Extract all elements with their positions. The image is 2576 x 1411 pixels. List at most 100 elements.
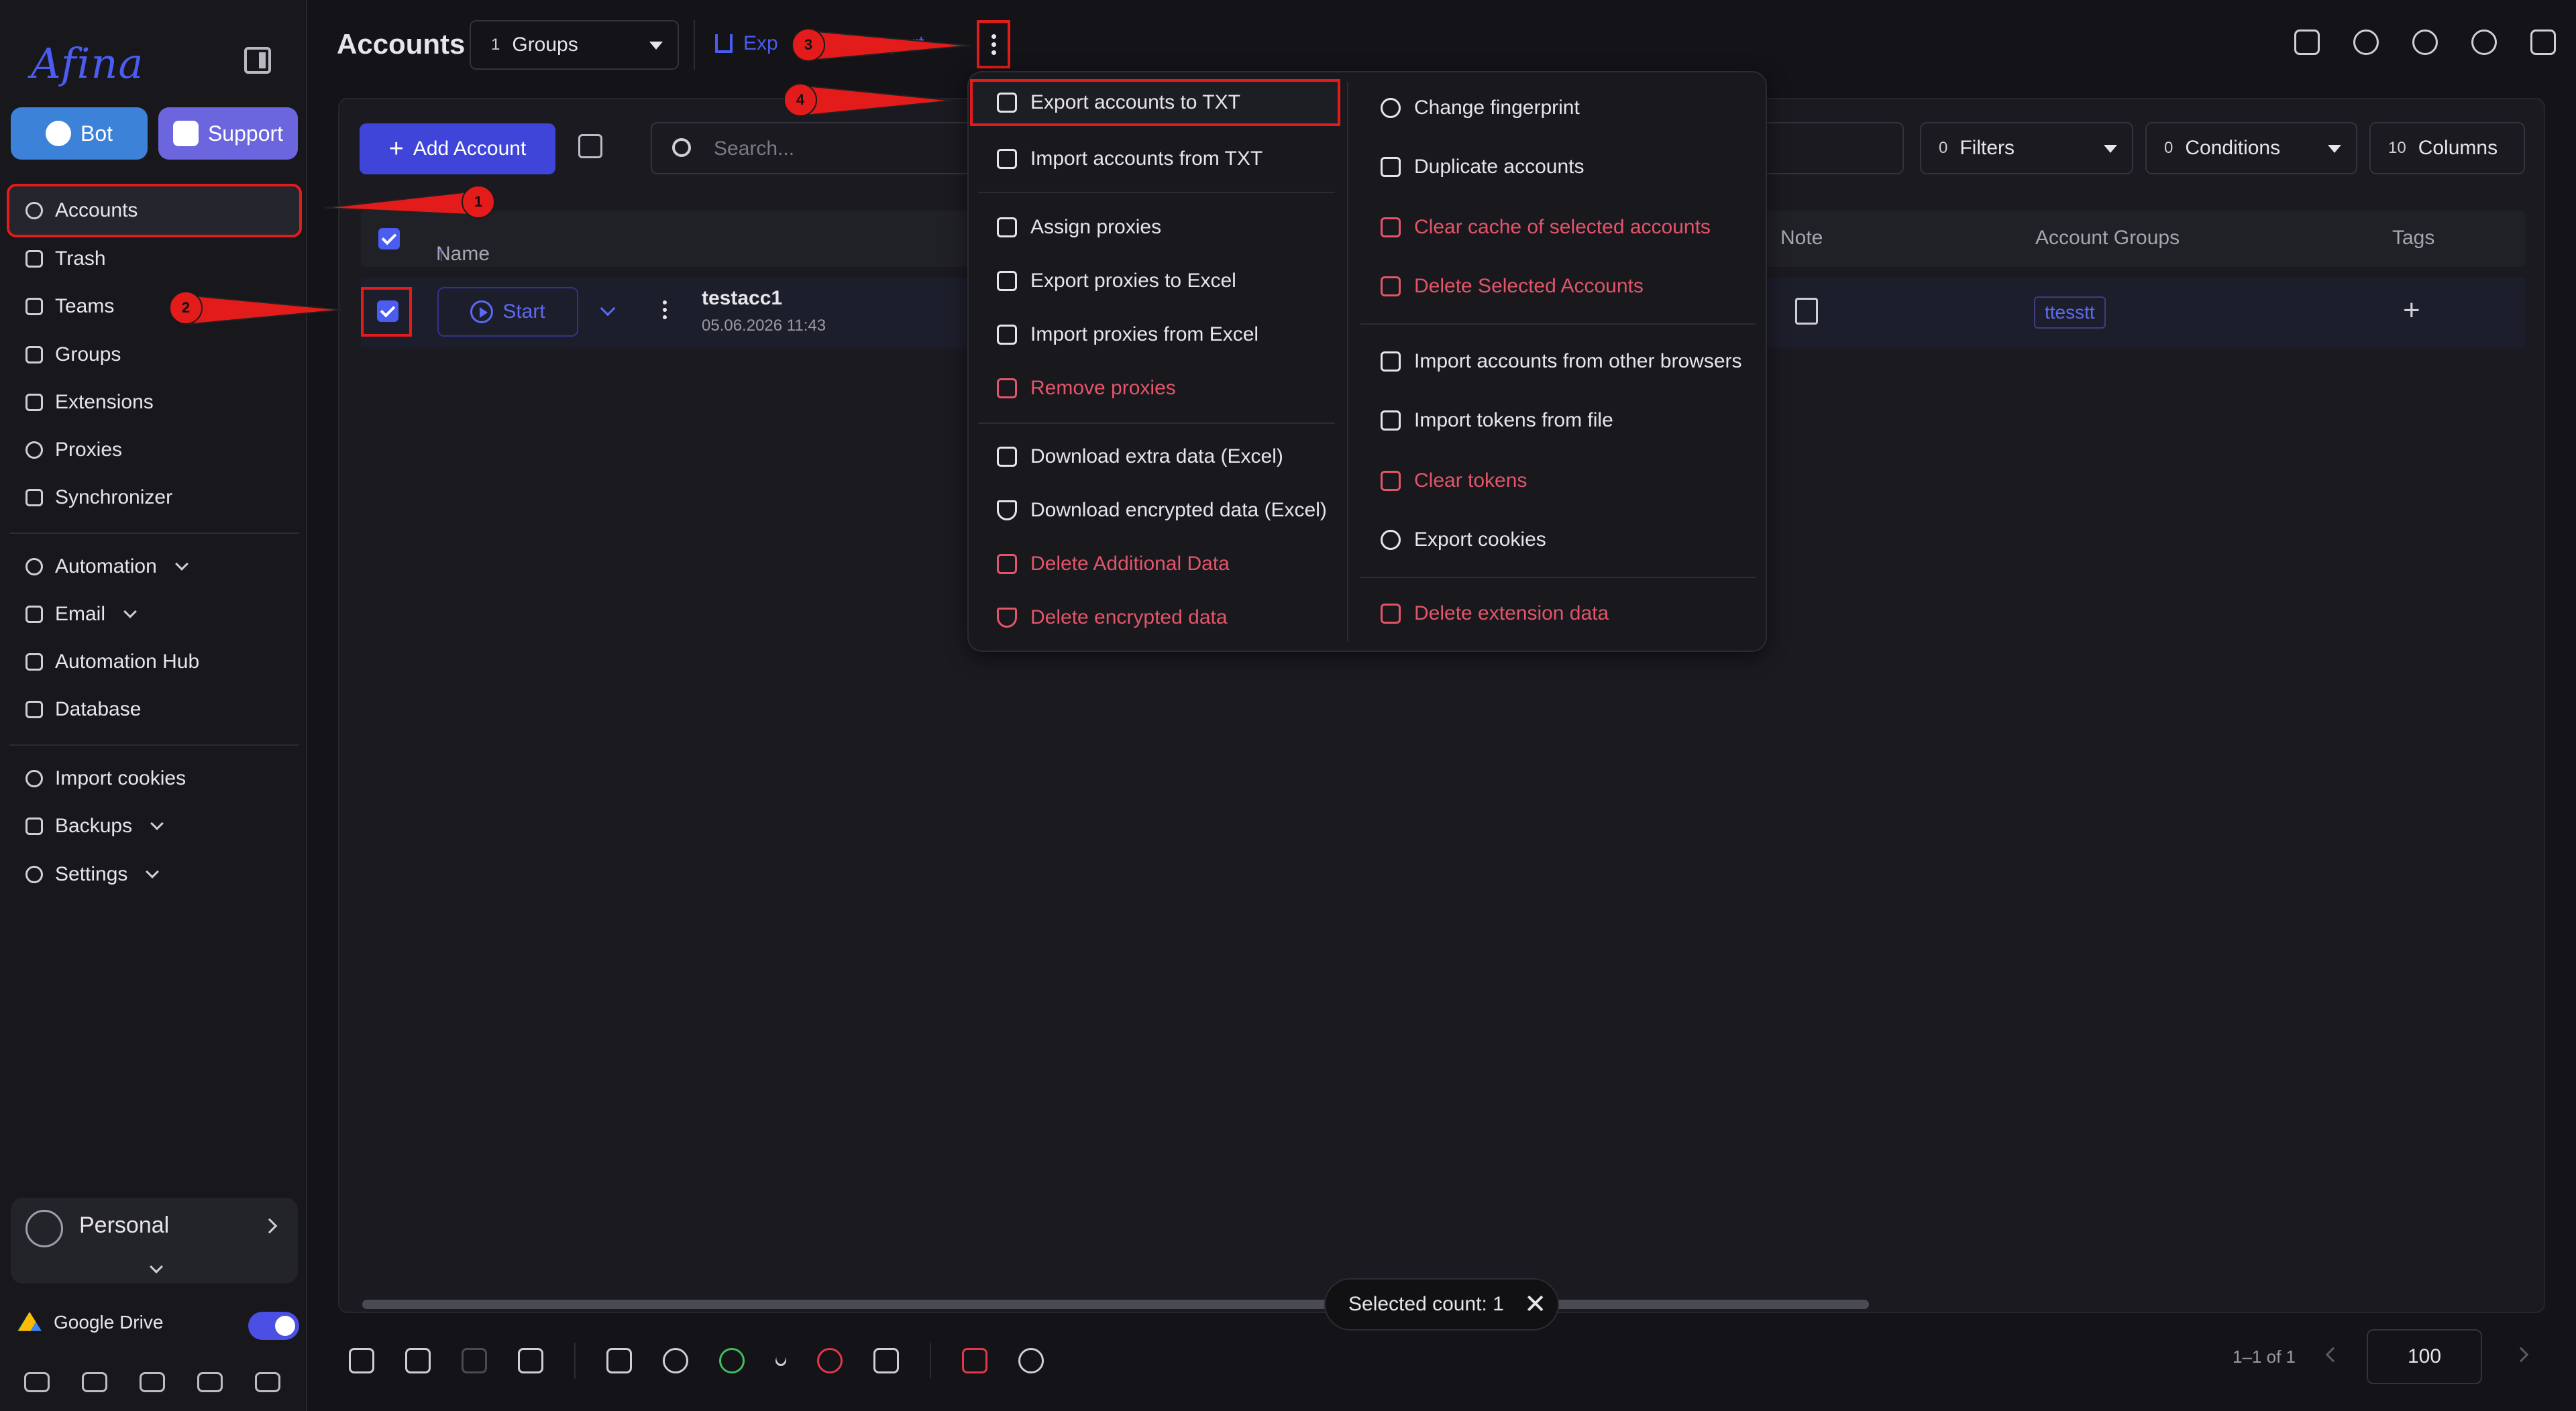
- columns-select[interactable]: 10 Columns: [2369, 122, 2525, 174]
- page-size-select[interactable]: 100: [2367, 1329, 2482, 1384]
- search-icon: [672, 138, 691, 157]
- playlist-icon[interactable]: [518, 1348, 543, 1373]
- chevron-left-icon[interactable]: [2325, 1347, 2341, 1363]
- support-button-label: Support: [207, 121, 284, 146]
- copy-icon[interactable]: [606, 1348, 632, 1373]
- profile-name: Personal: [79, 1212, 170, 1238]
- support-button[interactable]: Support: [158, 107, 298, 160]
- menu-item-delete-encrypted-data[interactable]: Delete encrypted data: [997, 597, 1228, 638]
- sidebar-item-label: Extensions: [55, 391, 154, 413]
- refresh-icon[interactable]: [1018, 1348, 1044, 1373]
- chevron-right-icon[interactable]: [262, 1218, 278, 1234]
- select-all-checkbox[interactable]: [378, 228, 400, 249]
- cloud-upload-icon[interactable]: [24, 1372, 50, 1392]
- folder-download-icon[interactable]: [197, 1372, 223, 1392]
- import-button[interactable]: port: [890, 32, 924, 55]
- sidebar-item-automation[interactable]: Automation: [9, 543, 299, 591]
- gear-icon[interactable]: [2471, 30, 2497, 55]
- column-header-note[interactable]: Note: [1780, 227, 1823, 249]
- menu-item-change-fingerprint[interactable]: Change fingerprint: [1381, 87, 1580, 129]
- add-multiple-icon[interactable]: [578, 134, 602, 158]
- sidebar-item-settings[interactable]: Settings: [9, 850, 299, 899]
- users-icon[interactable]: [405, 1348, 431, 1373]
- row-checkbox[interactable]: [377, 300, 398, 322]
- start-button[interactable]: Start: [437, 287, 578, 337]
- chevron-down-icon[interactable]: [773, 1353, 789, 1369]
- menu-item-import-from-other-browsers[interactable]: Import accounts from other browsers: [1381, 341, 1742, 382]
- file-add-icon[interactable]: [462, 1348, 487, 1373]
- menu-item-delete-additional-data[interactable]: Delete Additional Data: [997, 543, 1230, 585]
- sidebar-item-extensions[interactable]: Extensions: [9, 378, 299, 427]
- teams-icon: [25, 298, 43, 315]
- menu-item-assign-proxies[interactable]: Assign proxies: [997, 207, 1161, 248]
- menu-item-import-tokens[interactable]: Import tokens from file: [1381, 400, 1613, 441]
- sidebar-item-automation-hub[interactable]: Automation Hub: [9, 638, 299, 686]
- menu-item-export-accounts-txt[interactable]: Export accounts to TXT: [970, 79, 1340, 126]
- filters-count: 0: [1939, 139, 1948, 157]
- sidebar-item-database[interactable]: Database: [9, 685, 299, 734]
- sidebar-item-label: Import cookies: [55, 767, 186, 789]
- menu-item-download-encrypted-data[interactable]: Download encrypted data (Excel): [997, 490, 1327, 531]
- menu-item-clear-cache[interactable]: Clear cache of selected accounts: [1381, 207, 1711, 248]
- bot-button[interactable]: Bot: [11, 107, 148, 160]
- menu-item-import-accounts-txt[interactable]: Import accounts from TXT: [997, 138, 1263, 180]
- tag-icon[interactable]: [349, 1348, 374, 1373]
- sidebar-item-proxies[interactable]: Proxies: [9, 426, 299, 474]
- menu-item-delete-extension-data[interactable]: Delete extension data: [1381, 593, 1609, 634]
- folder-upload-icon[interactable]: [140, 1372, 165, 1392]
- play-circle-icon[interactable]: [719, 1348, 745, 1373]
- menu-item-export-cookies[interactable]: Export cookies: [1381, 519, 1546, 561]
- backup-icon: [25, 817, 43, 835]
- link-icon: [997, 217, 1017, 237]
- menu-item-delete-selected-accounts[interactable]: Delete Selected Accounts: [1381, 266, 1644, 307]
- sidebar-item-email[interactable]: Email: [9, 590, 299, 638]
- menu-item-clear-tokens[interactable]: Clear tokens: [1381, 460, 1527, 502]
- menu-item-duplicate-accounts[interactable]: Duplicate accounts: [1381, 146, 1584, 188]
- add-tag-icon[interactable]: +: [2403, 294, 2420, 327]
- google-drive-toggle[interactable]: [248, 1312, 299, 1340]
- tag-icon[interactable]: [2294, 30, 2320, 55]
- chevron-right-icon[interactable]: [2513, 1347, 2529, 1363]
- chevron-down-icon: [150, 817, 164, 830]
- sidebar-item-backups[interactable]: Backups: [9, 802, 299, 850]
- sidebar-item-label: Teams: [55, 295, 115, 317]
- wifi-off-icon[interactable]: [873, 1348, 899, 1373]
- sidebar-collapse-icon[interactable]: [244, 47, 271, 74]
- close-icon[interactable]: ✕: [1524, 1289, 1547, 1320]
- sidebar-item-teams[interactable]: Teams: [9, 282, 299, 331]
- column-header-account-groups[interactable]: Account Groups: [2035, 227, 2180, 249]
- sidebar-item-accounts[interactable]: Accounts: [7, 184, 302, 237]
- eye-off-icon[interactable]: [255, 1372, 280, 1392]
- sidebar-item-synchronizer[interactable]: Synchronizer: [9, 473, 299, 522]
- menu-item-download-extra-data[interactable]: Download extra data (Excel): [997, 436, 1283, 477]
- trash-icon[interactable]: [962, 1348, 987, 1373]
- clipboard-icon[interactable]: [1795, 298, 1818, 325]
- chevron-down-icon[interactable]: [150, 1260, 163, 1274]
- column-header-tags[interactable]: Tags: [2392, 227, 2434, 249]
- conditions-select[interactable]: 0 Conditions: [2145, 122, 2357, 174]
- groups-select[interactable]: 1 Groups: [470, 20, 679, 70]
- menu-item-import-proxies-excel[interactable]: Import proxies from Excel: [997, 314, 1258, 355]
- menu-item-label: Download encrypted data (Excel): [1030, 499, 1327, 521]
- caret-down-icon: [649, 42, 663, 50]
- profile-switcher[interactable]: Personal: [11, 1198, 298, 1284]
- menu-item-remove-proxies[interactable]: Remove proxies: [997, 368, 1176, 409]
- sidebar-item-trash[interactable]: Trash: [9, 235, 299, 283]
- cookie-icon[interactable]: [663, 1348, 688, 1373]
- globe-refresh-icon[interactable]: [2353, 30, 2379, 55]
- globe-icon[interactable]: [2412, 30, 2438, 55]
- sidebar-item-import-cookies[interactable]: Import cookies: [9, 754, 299, 803]
- row-more-button[interactable]: [663, 300, 667, 319]
- more-actions-button[interactable]: [977, 20, 1010, 68]
- menu-item-export-proxies-excel[interactable]: Export proxies to Excel: [997, 260, 1236, 302]
- stop-circle-icon[interactable]: [817, 1348, 843, 1373]
- horizontal-scrollbar[interactable]: [362, 1300, 1869, 1309]
- caret-down-icon: [2104, 145, 2117, 153]
- layout-icon[interactable]: [2530, 30, 2556, 55]
- add-account-button[interactable]: + Add Account: [360, 123, 555, 174]
- export-button[interactable]: Exp: [715, 32, 778, 55]
- cloud-download-icon[interactable]: [82, 1372, 107, 1392]
- sidebar-item-groups[interactable]: Groups: [9, 331, 299, 379]
- filters-select[interactable]: 0 Filters: [1920, 122, 2133, 174]
- sidebar-item-label: Groups: [55, 343, 121, 365]
